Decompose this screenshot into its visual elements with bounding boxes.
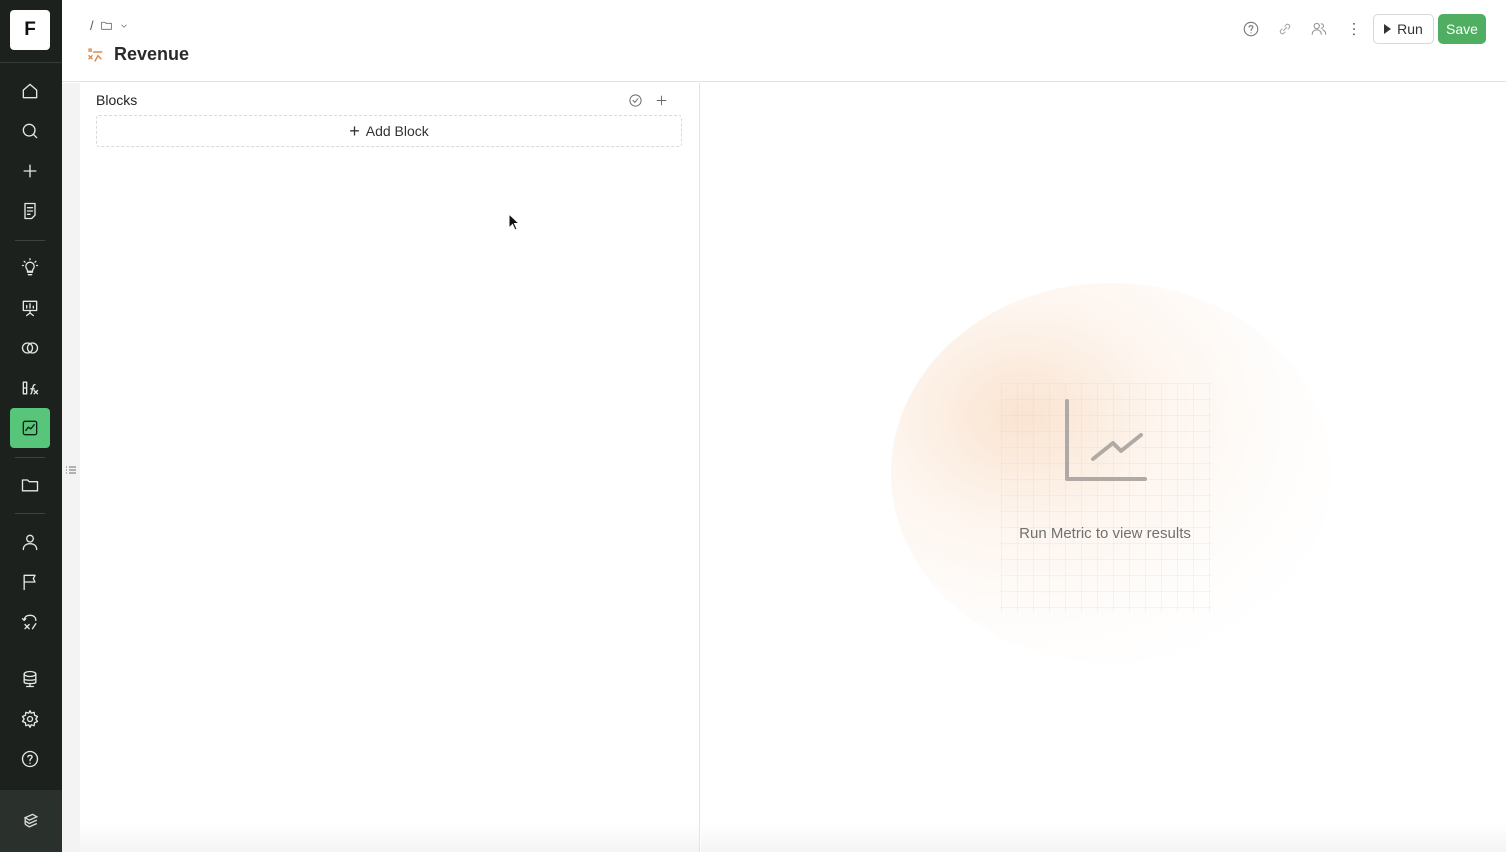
sidebar: F — [0, 0, 62, 852]
blocks-title: Blocks — [96, 92, 138, 108]
logo-letter: F — [24, 19, 36, 40]
play-icon — [1384, 24, 1392, 34]
empty-chart-icon — [1061, 395, 1151, 485]
app-logo[interactable]: F — [10, 10, 50, 50]
app: F / Revenue Run Save Blocks + Add Block … — [0, 0, 1506, 852]
help-icon — [21, 750, 39, 768]
add-block-label: Add Block — [365, 123, 429, 139]
experiment-icon — [21, 614, 37, 630]
share-button[interactable] — [1308, 18, 1330, 40]
sidebar-item-data[interactable] — [10, 659, 50, 699]
sidebar-item-segments[interactable] — [10, 328, 50, 368]
sidebar-item-users[interactable] — [10, 522, 50, 562]
sidebar-item-formulas[interactable] — [10, 368, 50, 408]
check-circle-icon — [628, 93, 642, 107]
breadcrumb-separator: / — [90, 18, 94, 33]
chart-line-icon — [22, 420, 38, 436]
logo-divider — [0, 62, 62, 63]
add-block-icon-button[interactable] — [652, 91, 670, 109]
sidebar-item-search[interactable] — [10, 111, 50, 151]
presentation-icon — [22, 300, 38, 317]
home-icon — [22, 83, 38, 99]
mouse-cursor-icon — [508, 213, 520, 231]
more-vertical-icon — [1353, 22, 1355, 36]
title-row: Revenue — [86, 44, 189, 65]
empty-state-message: Run Metric to view results — [1019, 525, 1191, 542]
database-icon — [23, 670, 37, 688]
add-block-button[interactable]: + Add Block — [96, 115, 682, 147]
copy-link-button[interactable] — [1274, 18, 1296, 40]
help-button[interactable] — [1240, 18, 1262, 40]
sidebar-item-metrics[interactable] — [10, 408, 50, 448]
list-icon — [66, 466, 76, 474]
more-options-button[interactable] — [1343, 18, 1365, 40]
stack-logo-icon — [23, 813, 39, 828]
plus-icon — [656, 95, 666, 105]
help-icon — [1243, 21, 1259, 37]
left-gutter — [62, 83, 80, 852]
nav-separator — [15, 457, 45, 458]
breadcrumb: / — [90, 18, 129, 33]
sidebar-item-flags[interactable] — [10, 562, 50, 602]
sidebar-item-notebooks[interactable] — [10, 191, 50, 231]
user-icon — [22, 534, 38, 551]
sidebar-item-settings[interactable] — [10, 699, 50, 739]
sidebar-item-dashboards[interactable] — [10, 288, 50, 328]
sidebar-item-new[interactable] — [10, 151, 50, 191]
results-panel: Run Metric to view results — [701, 83, 1506, 852]
nav-separator — [15, 240, 45, 241]
folder-icon — [21, 479, 39, 492]
sidebar-item-experiments[interactable] — [10, 602, 50, 642]
save-button[interactable]: Save — [1438, 14, 1486, 44]
validate-button[interactable] — [626, 91, 644, 109]
search-icon — [22, 123, 38, 139]
blocks-panel: Blocks + Add Block — [80, 83, 700, 852]
lightbulb-icon — [21, 258, 39, 276]
users-icon — [1311, 22, 1327, 35]
page-title: Revenue — [114, 44, 190, 64]
sidebar-footer-logo[interactable] — [0, 790, 62, 852]
panel-bottom-fade — [80, 822, 699, 852]
results-bottom-fade — [701, 822, 1506, 852]
notebook-icon — [24, 202, 36, 220]
plus-icon — [23, 164, 37, 178]
sidebar-item-home[interactable] — [10, 71, 50, 111]
sidebar-item-help[interactable] — [10, 739, 50, 779]
folder-icon[interactable] — [100, 19, 113, 32]
run-label: Run — [1397, 21, 1423, 37]
formula-icon — [22, 381, 39, 395]
gear-icon — [21, 710, 39, 728]
overlap-circles-icon — [21, 342, 39, 354]
sidebar-item-insights[interactable] — [10, 248, 50, 288]
sidebar-item-files[interactable] — [10, 465, 50, 505]
panel-toggle-handle[interactable] — [65, 463, 77, 475]
run-button[interactable]: Run — [1373, 14, 1434, 44]
nav-separator — [15, 513, 45, 514]
flag-icon — [23, 574, 36, 591]
link-icon — [1279, 23, 1291, 35]
chevron-down-icon[interactable] — [119, 21, 129, 31]
plus-icon: + — [349, 121, 360, 141]
metric-icon — [88, 47, 103, 62]
header: / Revenue Run Save — [62, 0, 1506, 82]
